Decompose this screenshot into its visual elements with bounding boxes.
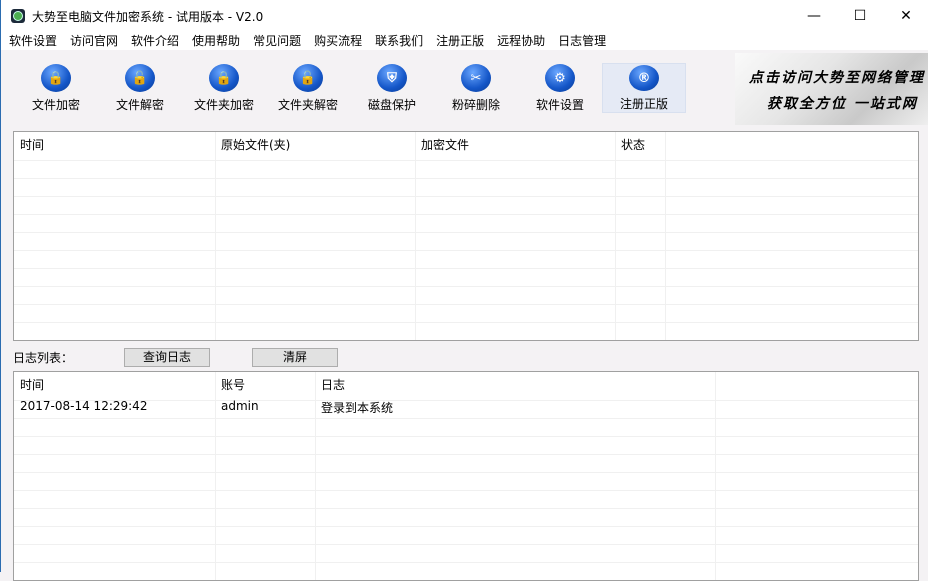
table-cell: 登录到本系统 [321, 401, 394, 415]
column-divider [665, 132, 666, 340]
column-header[interactable]: 加密文件 [421, 136, 469, 153]
column-header[interactable]: 时间 [20, 136, 44, 153]
column-header[interactable]: 日志 [321, 376, 345, 393]
app-icon [11, 9, 25, 23]
row-divider [14, 214, 918, 215]
menu-item[interactable]: 购买流程 [314, 32, 362, 50]
banner-line1: 点击访问大势至网络管理 [749, 70, 925, 86]
toolbar-button-label: 文件夹解密 [277, 98, 338, 112]
title-bar: 大势至电脑文件加密系统 - 试用版本 - V2.0 — ☐ ✕ [1, 0, 928, 32]
toolbar-button[interactable]: ⚙ 软件设置 [518, 63, 602, 113]
toolbar-button-label: 文件加密 [31, 98, 80, 112]
folder-unlock-icon: 🔓 [293, 64, 323, 92]
row-divider [14, 340, 918, 341]
row-divider [14, 178, 918, 179]
table-cell: admin [221, 399, 259, 413]
banner-line2: 获取全方位 一站式网 [767, 96, 918, 112]
row-divider [14, 286, 918, 287]
table-cell: 2017-08-14 12:29:42 [20, 399, 148, 413]
row-divider [14, 232, 918, 233]
gear-icon: ⚙ [545, 64, 575, 92]
log-list-label: 日志列表： [13, 351, 74, 365]
menu-item[interactable]: 远程协助 [497, 32, 545, 50]
row-divider [14, 268, 918, 269]
minimize-button[interactable]: — [791, 0, 837, 32]
menu-item[interactable]: 访问官网 [70, 32, 118, 50]
row-divider [14, 436, 918, 437]
row-divider [14, 544, 918, 545]
column-divider [215, 372, 216, 580]
window-title: 大势至电脑文件加密系统 - 试用版本 - V2.0 [32, 9, 264, 24]
row-divider [14, 418, 918, 419]
column-divider [415, 132, 416, 340]
toolbar-button[interactable]: ✂ 粉碎删除 [434, 63, 518, 113]
toolbar-button[interactable]: 🔓 文件夹解密 [266, 63, 350, 113]
files-table[interactable]: 时间 原始文件(夹) 加密文件 状态 [13, 131, 919, 341]
menu-bar: 软件设置 访问官网 软件介绍 使用帮助 常见问题 购买流程 联系我们 注册正版 远程协助 日志管理 [1, 32, 928, 50]
toolbar-button[interactable]: ⛨ 磁盘保护 [350, 63, 434, 113]
maximize-button[interactable]: ☐ [837, 0, 883, 32]
row-divider [14, 250, 918, 251]
menu-item[interactable]: 日志管理 [558, 32, 606, 50]
banner-ad[interactable]: 点击访问大势至网络管理 获取全方位 一站式网 [735, 53, 928, 125]
column-divider [215, 132, 216, 340]
row-divider [14, 508, 918, 509]
menu-item[interactable]: 联系我们 [375, 32, 423, 50]
file-unlock-icon: 🔓 [125, 64, 155, 92]
file-lock-icon: 🔒 [41, 64, 71, 92]
shred-icon: ✂ [461, 64, 491, 92]
row-divider [14, 304, 918, 305]
menu-item[interactable]: 使用帮助 [192, 32, 240, 50]
row-divider [14, 322, 918, 323]
toolbar-button[interactable]: ® 注册正版 [602, 63, 686, 113]
toolbar-button-label: 注册正版 [619, 97, 668, 111]
toolbar-button[interactable]: 🔒 文件加密 [14, 63, 98, 113]
toolbar-button-label: 软件设置 [535, 98, 584, 112]
clear-screen-button[interactable]: 清屏 [252, 348, 338, 367]
row-divider [14, 400, 918, 401]
column-divider [615, 132, 616, 340]
log-table[interactable]: 时间 账号 日志 2017-08-14 12:29:42 admin 登录到本系统 [13, 371, 919, 581]
row-divider [14, 196, 918, 197]
menu-item[interactable]: 软件设置 [9, 32, 57, 50]
query-log-button[interactable]: 查询日志 [124, 348, 210, 367]
row-divider [14, 562, 918, 563]
menu-item[interactable]: 常见问题 [253, 32, 301, 50]
toolbar-button[interactable]: 🔓 文件解密 [98, 63, 182, 113]
toolbar-button-label: 文件夹加密 [193, 98, 254, 112]
toolbar-button-label: 粉碎删除 [451, 98, 500, 112]
column-header[interactable]: 账号 [221, 376, 245, 393]
toolbar-button-label: 文件解密 [115, 98, 164, 112]
row-divider [14, 526, 918, 527]
toolbar-button[interactable]: 🔒 文件夹加密 [182, 63, 266, 113]
registered-icon: ® [629, 65, 659, 91]
menu-item[interactable]: 软件介绍 [131, 32, 179, 50]
column-header[interactable]: 时间 [20, 376, 44, 393]
close-button[interactable]: ✕ [883, 0, 928, 32]
folder-lock-icon: 🔒 [209, 64, 239, 92]
column-header[interactable]: 原始文件(夹) [221, 136, 290, 153]
column-header[interactable]: 状态 [621, 136, 645, 153]
row-divider [14, 454, 918, 455]
toolbar-button-label: 磁盘保护 [367, 98, 416, 112]
disk-shield-icon: ⛨ [377, 64, 407, 92]
menu-item[interactable]: 注册正版 [436, 32, 484, 50]
row-divider [14, 490, 918, 491]
column-divider [715, 372, 716, 580]
row-divider [14, 160, 918, 161]
row-divider [14, 472, 918, 473]
column-divider [315, 372, 316, 580]
